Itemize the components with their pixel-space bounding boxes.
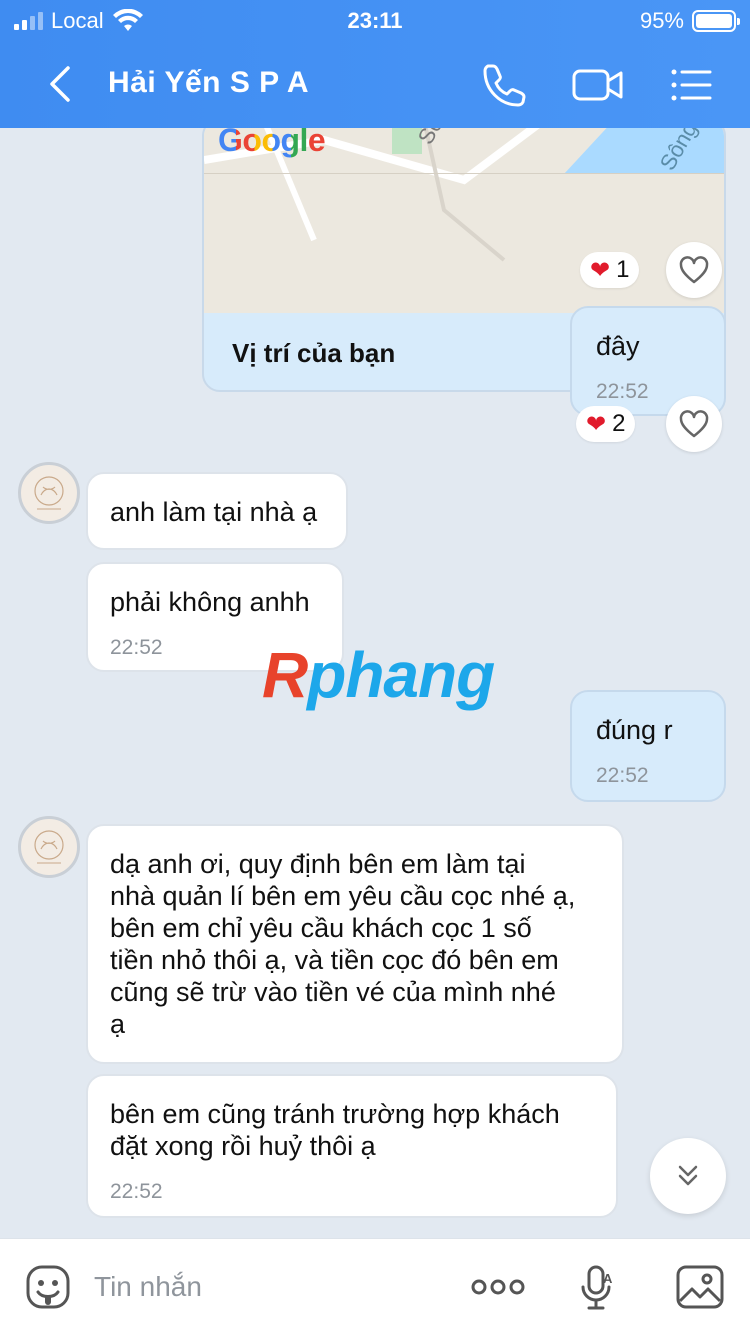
message-text: phải không anhh (110, 587, 310, 617)
message-text: đây (596, 331, 640, 361)
react-button[interactable] (666, 396, 722, 452)
google-logo: Google (218, 128, 326, 159)
svg-text:A: A (603, 1271, 613, 1286)
app-header: Local 23:11 95% Hải Yến S P A (0, 0, 750, 128)
sticker-button[interactable] (22, 1261, 74, 1313)
battery-percent: 95% (639, 8, 684, 33)
more-dots-icon (471, 1279, 525, 1295)
emoji-icon (26, 1265, 70, 1309)
react-button[interactable] (666, 242, 722, 298)
battery-icon (692, 10, 740, 32)
heart-icon: ❤ (586, 410, 607, 438)
double-chevron-down-icon (678, 1165, 698, 1186)
message-line: nhà quản lí bên em yêu cầu cọc nhé ạ, (110, 881, 576, 911)
message-line: đặt xong rồi huỷ thôi ạ (110, 1131, 376, 1161)
message-line: dạ anh ơi, quy định bên em làm tại (110, 849, 526, 879)
message-line: bên em chỉ yêu cầu khách cọc 1 số (110, 913, 532, 943)
heart-icon: ❤ (590, 256, 611, 284)
message-time: 22:52 (110, 1180, 163, 1203)
status-bar: Local 23:11 95% (0, 6, 750, 36)
message-bubble-incoming[interactable]: anh làm tại nhà ạ (86, 472, 348, 550)
video-camera-icon (572, 69, 623, 101)
message-line: cũng sẽ trừ vào tiền vé của mình nhé (110, 977, 556, 1007)
reaction-count: 2 (612, 410, 626, 437)
map-preview[interactable]: Sông Sô Google (204, 128, 724, 313)
message-bubble-incoming[interactable]: bên em cũng tránh trường hợp khách đặt x… (86, 1074, 618, 1218)
message-time: 22:52 (596, 764, 649, 787)
heart-outline-icon (679, 256, 709, 284)
reaction-count: 1 (616, 256, 630, 283)
message-line: ạ (110, 1009, 126, 1039)
scroll-to-bottom-button[interactable] (650, 1138, 726, 1214)
image-icon (676, 1265, 724, 1309)
microphone-icon: A (581, 1265, 613, 1310)
phone-icon (483, 64, 526, 107)
avatar[interactable] (18, 816, 80, 878)
menu-button[interactable] (666, 60, 716, 110)
message-text: đúng r (596, 715, 673, 745)
more-button[interactable] (470, 1261, 526, 1313)
spa-logo-icon (34, 830, 64, 864)
message-line: tiền nhỏ thôi ạ, và tiền cọc đó bên em (110, 945, 559, 975)
spa-logo-icon (34, 476, 64, 510)
message-bubble-incoming[interactable]: dạ anh ơi, quy định bên em làm tại nhà q… (86, 824, 624, 1064)
voice-to-text-button[interactable]: A (570, 1261, 622, 1313)
message-bubble-outgoing[interactable]: đúng r 22:52 (570, 690, 726, 802)
list-menu-icon (671, 69, 712, 101)
message-input[interactable] (94, 1267, 434, 1307)
chat-area[interactable]: Sông Sô Google Vị trí của bạn ❤ 1 đây 22… (0, 128, 750, 1238)
avatar[interactable] (18, 462, 80, 524)
back-button[interactable] (40, 62, 80, 106)
message-text: anh làm tại nhà ạ (110, 497, 318, 527)
watermark-logo: Rphang (262, 639, 495, 711)
reaction-badge[interactable]: ❤ 2 (576, 406, 636, 442)
clock: 23:11 (347, 8, 403, 33)
divider (204, 173, 724, 174)
call-button[interactable] (480, 60, 530, 110)
reaction-badge[interactable]: ❤ 1 (580, 252, 640, 288)
message-line: bên em cũng tránh trường hợp khách (110, 1099, 560, 1129)
heart-outline-icon (679, 410, 709, 438)
location-label: Vị trí của bạn (232, 338, 396, 368)
chat-title[interactable]: Hải Yến S P A (108, 66, 309, 100)
message-input-bar: A (0, 1238, 750, 1334)
video-call-button[interactable] (570, 60, 626, 110)
image-button[interactable] (674, 1261, 726, 1313)
chevron-left-icon (50, 66, 70, 102)
